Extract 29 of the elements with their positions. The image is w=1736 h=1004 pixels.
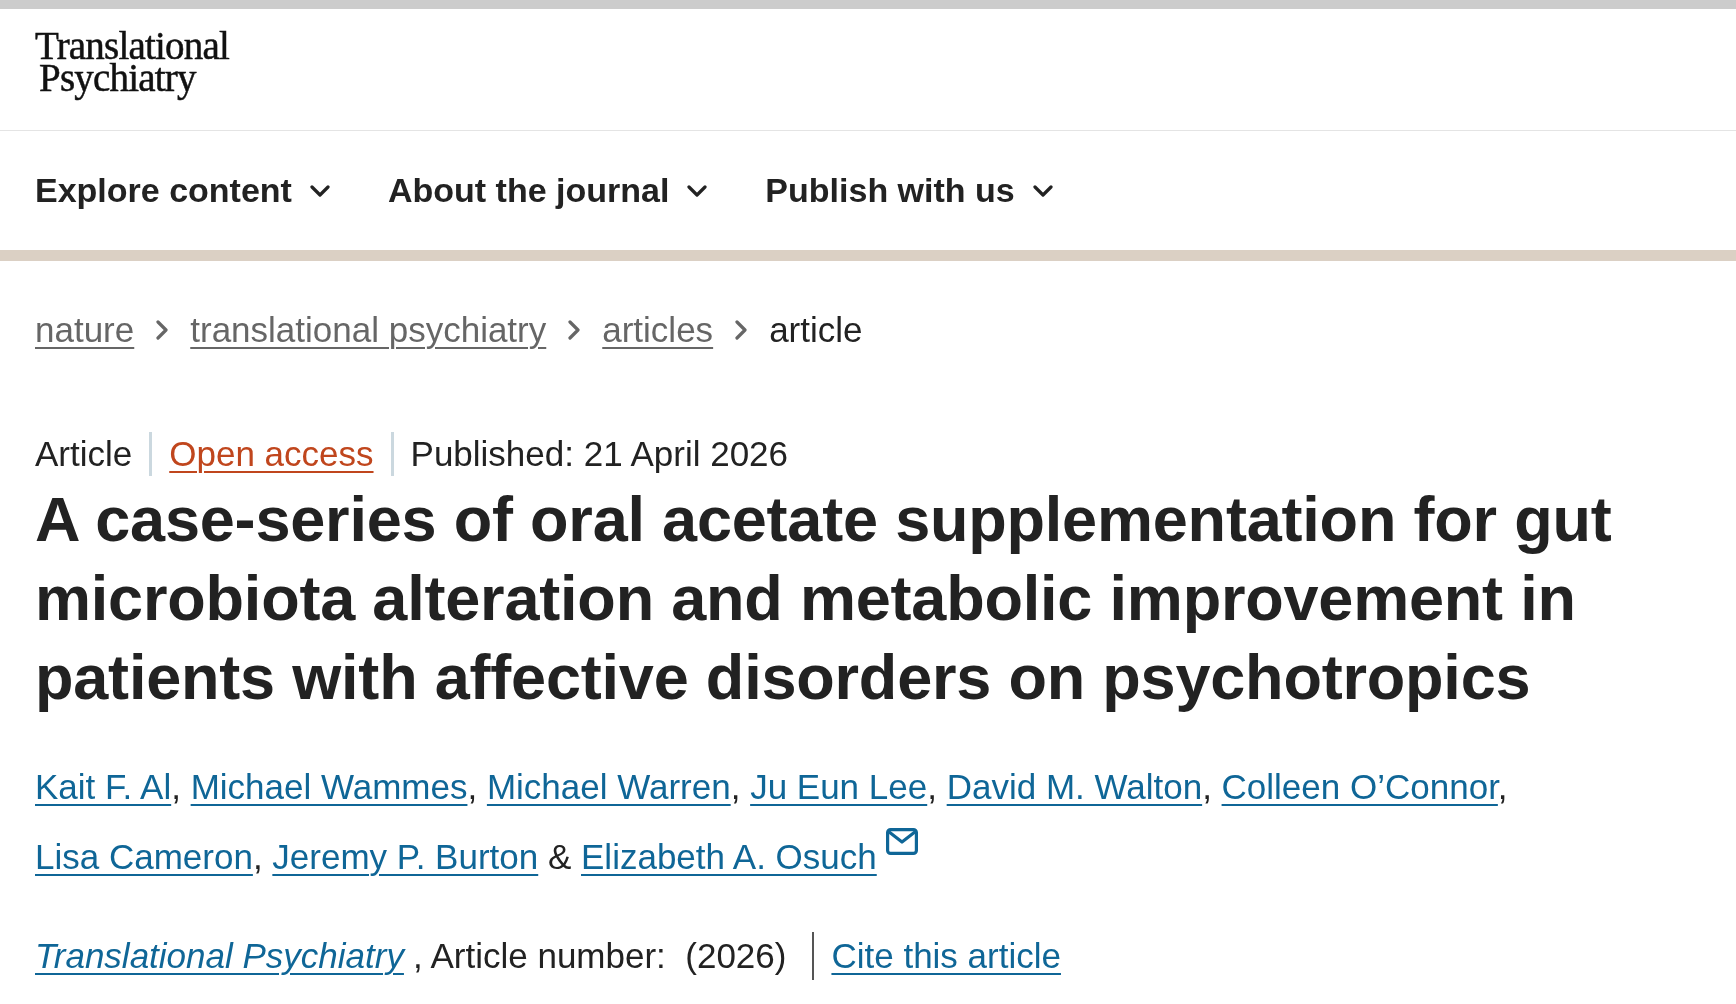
article-type-label: Article <box>35 433 133 475</box>
chevron-right-icon <box>156 320 169 340</box>
article-title: A case-series of oral acetate supplementation for gut microbiota alteration and metabolic improvement in patients with affective disorders on psychotropics <box>34 483 1613 714</box>
chevron-right-icon <box>568 320 581 340</box>
author-link[interactable]: Michael Warren <box>486 767 731 806</box>
author-link[interactable]: Kait F. Al <box>35 767 172 806</box>
cite-link[interactable]: Cite this article <box>831 934 1061 978</box>
breadcrumb-current-page: article <box>769 310 863 350</box>
author-link[interactable]: Jeremy P. Burton <box>272 837 539 876</box>
author-link[interactable]: Elizabeth A. Osuch <box>581 837 877 876</box>
author-link[interactable]: Ju Eun Lee <box>750 767 928 806</box>
author-link[interactable]: Michael Wammes <box>190 767 468 806</box>
open-access-link[interactable]: Open access <box>169 432 374 476</box>
nav-menu-button[interactable]: Publish with us <box>765 167 1053 214</box>
nav-menu-button[interactable]: Explore content <box>35 167 330 214</box>
breadcrumb-link[interactable]: translational psychiatry <box>190 310 547 350</box>
journal-logo[interactable]: Translational Psychiatry <box>35 30 229 100</box>
author-link[interactable]: Lisa Cameron <box>35 837 253 876</box>
author-list: Kait F. Al, Michael Wammes, Michael Warren, Ju Eun Lee, David M. Walton, Colleen O’Connor, Lisa Cameron, Jeremy P. Burton & Elizabeth A. Osuch <box>35 752 1635 892</box>
mail-icon[interactable] <box>885 828 918 855</box>
breadcrumb-link[interactable]: nature <box>35 310 135 350</box>
journal-link[interactable]: Translational Psychiatry <box>35 934 404 978</box>
author-link[interactable]: David M. Walton <box>946 767 1203 806</box>
chevron-right-icon <box>735 320 748 340</box>
published-date: Published: 21 April 2026 <box>410 433 789 475</box>
author-link[interactable]: Colleen O’Connor <box>1221 767 1498 806</box>
breadcrumb-link[interactable]: articles <box>602 310 714 350</box>
nav-menu-button[interactable]: About the journal <box>387 167 708 214</box>
article-number-text: , Article number: (2026) <box>412 935 787 977</box>
